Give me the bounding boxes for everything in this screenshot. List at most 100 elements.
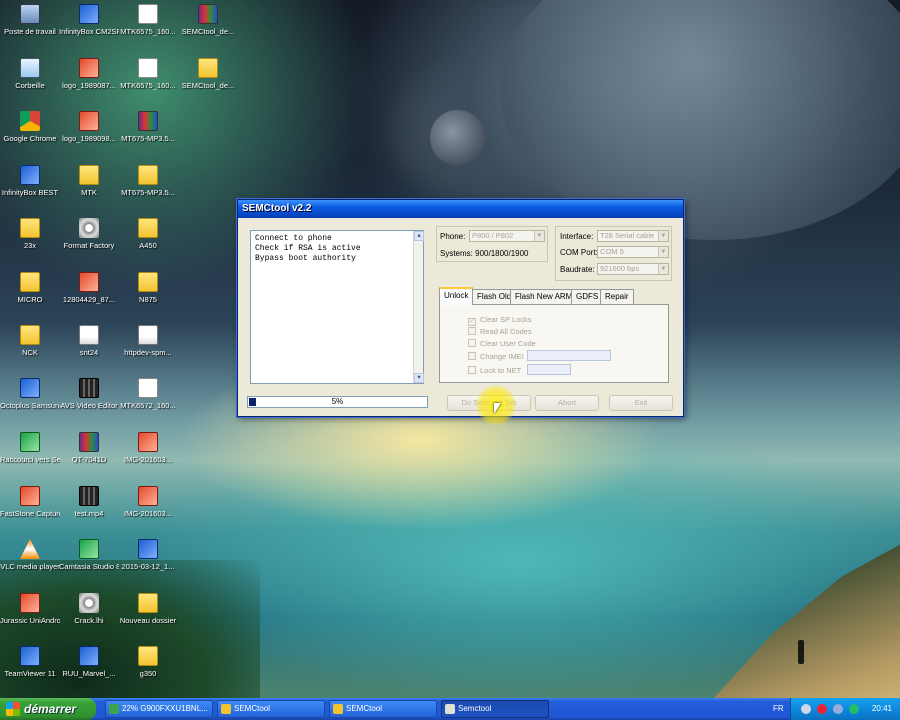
desktop-icon-test-mp4[interactable]: test.mp4	[59, 484, 119, 518]
baudrate-value: 921600 bps	[600, 264, 640, 273]
desktop-icon-camtasia[interactable]: Camtasia Studio 8	[59, 537, 119, 571]
security-icon[interactable]	[817, 704, 827, 714]
interface-label: Interface:	[560, 232, 594, 241]
option-read-all-codes[interactable]: Read All Codes	[468, 327, 532, 336]
help-icon[interactable]	[801, 704, 811, 714]
desktop-icon-format-factory[interactable]: Format Factory	[59, 216, 119, 250]
desktop-icon-httpdev[interactable]: httpdev-spm...	[118, 323, 178, 357]
folder-icon	[221, 704, 231, 714]
infinitybox-icon	[79, 4, 99, 24]
windows-logo-icon	[6, 702, 20, 716]
desktop-icon-nouveau-dossier[interactable]: Nouveau dossier	[118, 591, 178, 625]
desktop-icon-crack[interactable]: Crack.lhi	[59, 591, 119, 625]
tab-gdfs[interactable]: GDFS	[571, 289, 604, 305]
abort-button[interactable]: Abort	[535, 395, 599, 411]
desktop-icon-mt675-folder[interactable]: MT675-MP3.5...	[118, 163, 178, 197]
window-title[interactable]: SEMCtool v2.2	[238, 200, 683, 218]
log-line: Connect to phone	[255, 234, 332, 243]
desktop-icon-micro[interactable]: MICRO	[0, 270, 60, 304]
desktop-icon-img-2[interactable]: IMG-201603...	[118, 484, 178, 518]
desktop-icon-faststone[interactable]: FastStone Capture	[0, 484, 60, 518]
desktop-icon-mtk6575-2[interactable]: MTK6575_160...	[118, 56, 178, 90]
baudrate-label: Baudrate:	[560, 265, 595, 274]
desktop-icon-nck[interactable]: NCK	[0, 323, 60, 357]
taskbar-item-semctool-folder-2[interactable]: SEMCtool	[329, 700, 437, 718]
desktop-icon-setool2g[interactable]: Raccourci vers Setool2g	[0, 430, 60, 464]
desktop-icon-google-chrome[interactable]: Google Chrome	[0, 109, 60, 143]
scroll-down-icon[interactable]: ▼	[414, 373, 424, 383]
folder-icon	[138, 593, 158, 613]
baudrate-select[interactable]: 921600 bps ▼	[597, 263, 669, 275]
desktop-icon-vlc[interactable]: VLC media player	[0, 537, 60, 571]
desktop-icon-mtk6572[interactable]: MTK6572_160...	[118, 376, 178, 410]
desktop-icon-corbeille[interactable]: Corbeille	[0, 56, 60, 90]
interface-select[interactable]: T28 Serial cable ▼	[597, 230, 669, 242]
desktop-icon-logo-2[interactable]: logo_1989098...	[59, 109, 119, 143]
option-lock-to-net[interactable]: Lock to NET	[468, 366, 521, 375]
camtasia-icon	[79, 539, 99, 559]
taskbar-item-download[interactable]: 22% G900FXXU1BNL...	[105, 700, 213, 718]
taskbar: démarrer 22% G900FXXU1BNL... SEMCtool SE…	[0, 698, 900, 720]
log-scrollbar[interactable]: ▲ ▼	[413, 231, 424, 383]
desktop-icon-mt675-archive[interactable]: MT675-MP3.5...	[118, 109, 178, 143]
desktop-icon-avs-video-editor[interactable]: AVS Video Editor	[59, 376, 119, 410]
desktop-icon-2015-03-12[interactable]: 2015-03-12_1...	[118, 537, 178, 571]
ruu-icon	[79, 646, 99, 666]
desktop-icon-ruu-marvel[interactable]: RUU_Marvel_...	[59, 644, 119, 678]
com-port-select[interactable]: COM 5 ▼	[597, 246, 669, 258]
desktop-icon-mtk6575-1[interactable]: MTK6575_160...	[118, 2, 178, 36]
taskbar-item-semctool-app[interactable]: Semctool	[441, 700, 549, 718]
desktop-icon-n875[interactable]: N875	[118, 270, 178, 304]
document-icon	[138, 325, 158, 345]
option-change-imei[interactable]: Change IMEI	[468, 352, 524, 361]
exit-button[interactable]: Exit	[609, 395, 673, 411]
folder-icon	[20, 272, 40, 292]
language-indicator[interactable]: FR	[773, 698, 784, 720]
start-button[interactable]: démarrer	[0, 698, 96, 720]
network-icon[interactable]	[849, 704, 859, 714]
desktop-icon-infinitybox-best[interactable]: InfinityBox BEST	[0, 163, 60, 197]
desktop-icon-logo-1[interactable]: logo_1989087...	[59, 56, 119, 90]
archive-icon	[138, 111, 158, 131]
desktop-icon-snt24[interactable]: snt24	[59, 323, 119, 357]
desktop-icon-a450[interactable]: A450	[118, 216, 178, 250]
phone-group: Phone: P800 / P802 ▼ Systems: 900/1800/1…	[436, 226, 548, 262]
chevron-down-icon: ▼	[658, 231, 668, 241]
desktop-icon-12804429[interactable]: 12804429_87...	[59, 270, 119, 304]
desktop-icon-semctool-folder[interactable]: SEMCtool_de...	[178, 56, 238, 90]
desktop-icon-teamviewer[interactable]: TeamViewer 11	[0, 644, 60, 678]
progress-bar: 5%	[247, 396, 428, 408]
imei-input[interactable]	[527, 350, 611, 361]
interface-group: Interface: T28 Serial cable ▼ COM Port: …	[555, 226, 672, 281]
option-clear-user-code[interactable]: Clear User Code	[468, 339, 536, 348]
desktop-icon-g350[interactable]: g350	[118, 644, 178, 678]
option-clear-sp-locks[interactable]: ✓ Clear SP Locks	[468, 315, 532, 326]
folder-icon	[79, 165, 99, 185]
desktop-icon-infinitybox-cm2spd[interactable]: InfinityBox CM2SPD	[59, 2, 119, 36]
net-input[interactable]	[527, 364, 571, 375]
taskbar-item-semctool-folder-1[interactable]: SEMCtool	[217, 700, 325, 718]
log-line: Bypass boot authority	[255, 254, 356, 263]
desktop-icon-octoplus[interactable]: Octoplus Samsung G...	[0, 376, 60, 410]
phone-select[interactable]: P800 / P802 ▼	[469, 230, 545, 242]
desktop-icon-semctool-archive[interactable]: SEMCtool_de...	[178, 2, 238, 36]
desktop-icon-poste-de-travail[interactable]: Poste de travail	[0, 2, 60, 36]
desktop-icon-img-1[interactable]: IMG-201603...	[118, 430, 178, 464]
clock[interactable]: 20:41	[872, 698, 892, 720]
chevron-down-icon: ▼	[534, 231, 544, 241]
chrome-icon	[20, 111, 40, 131]
desktop-icon-jurassic[interactable]: Jurassic UniAndroid	[0, 591, 60, 625]
tab-repair[interactable]: Repair	[600, 289, 634, 305]
tab-unlock[interactable]: Unlock	[439, 287, 474, 305]
folder-icon	[138, 165, 158, 185]
desktop-icon-qt-7041d[interactable]: QT-7041D	[59, 430, 119, 464]
volume-icon[interactable]	[833, 704, 843, 714]
log-output: Connect to phone Check if RSA is active …	[250, 230, 424, 384]
computer-icon	[20, 4, 40, 24]
tab-flash-new-arm[interactable]: Flash New ARM	[510, 289, 578, 305]
wallpaper-cliff-right	[703, 539, 900, 710]
file-icon	[138, 378, 158, 398]
desktop-icon-23x[interactable]: 23x	[0, 216, 60, 250]
desktop-icon-mtk-folder[interactable]: MTK	[59, 163, 119, 197]
scroll-up-icon[interactable]: ▲	[414, 231, 424, 241]
